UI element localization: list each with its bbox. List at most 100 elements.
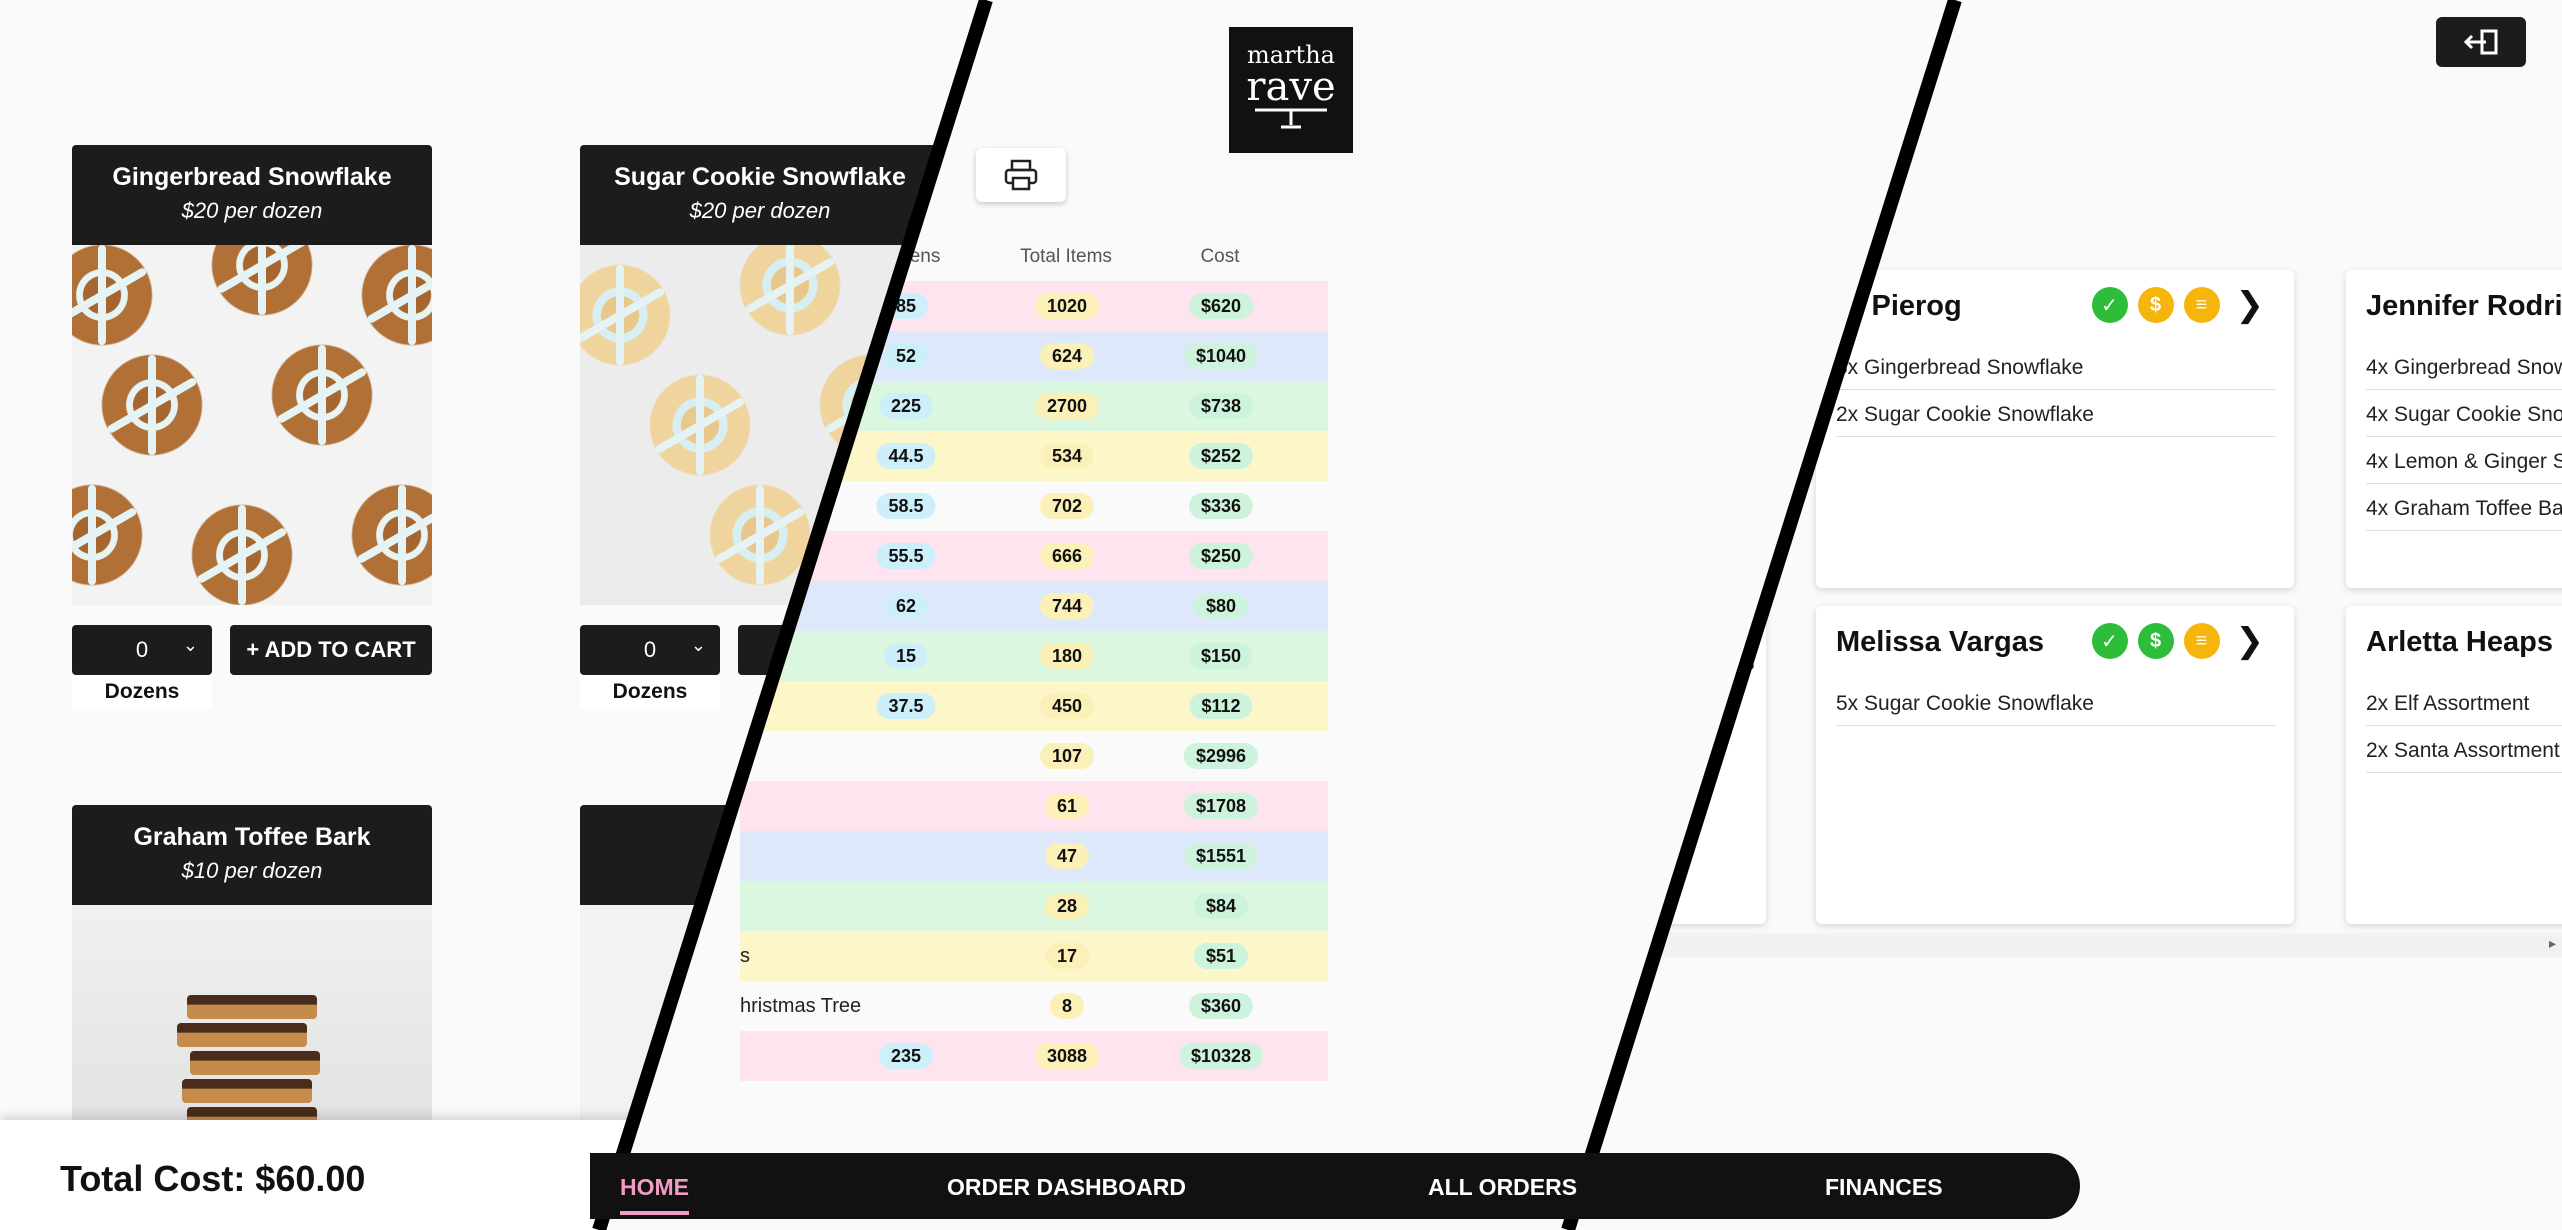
order-card[interactable]: ra Pierog ✓ $ ≡ ❯ 3x Gingerbread Snowflake 2x … xyxy=(1816,270,2294,588)
chevron-right-icon[interactable]: ❯ xyxy=(2236,285,2265,325)
dozens-value: 52 xyxy=(883,343,929,369)
total-cost: Total Cost: $60.00 xyxy=(60,1158,366,1199)
row-label: s xyxy=(740,945,750,967)
order-line-item: 4x Lemon & Ginger Sl xyxy=(2366,438,2562,484)
dozens-value: 44.5 xyxy=(876,443,936,469)
logo: martha rave xyxy=(1229,27,1353,153)
product-price: $20 per dozen xyxy=(181,198,323,223)
add-to-cart-button[interactable]: + ADD TO CART xyxy=(230,625,432,675)
order-line-item: 2x Sugar Cookie Snowflake xyxy=(1836,391,2276,437)
order-card[interactable]: Melissa Vargas ✓ $ ≡ ❯ 5x Sugar Cookie Snowfl… xyxy=(1816,606,2294,924)
cost-value: $112 xyxy=(1189,693,1253,719)
product-header: Gingerbread Snowflake $20 per dozen xyxy=(72,145,432,245)
order-line-item: 2x Elf Assortment xyxy=(2366,680,2562,726)
logout-button[interactable] xyxy=(2436,17,2526,67)
verified-check-icon: ✓ xyxy=(2091,287,2128,323)
product-image xyxy=(72,245,432,605)
table-row: 15 180 $150 xyxy=(740,631,1328,681)
total-items-value: 17 xyxy=(1044,943,1090,969)
dozens-value: 62 xyxy=(883,593,929,619)
product-price: $10 per dozen xyxy=(181,858,323,883)
cost-value: $360 xyxy=(1188,993,1254,1019)
total-items-value: 61 xyxy=(1044,793,1090,819)
customer-name: Melissa Vargas xyxy=(1836,626,2044,658)
order-line-item: 4x Graham Toffee Bar xyxy=(2366,485,2562,531)
receipt-icon: ≡ xyxy=(2183,287,2220,323)
dozens-value: 55.5 xyxy=(876,543,936,569)
cost-value: $10328 xyxy=(1178,1043,1264,1069)
dozens-value: 235 xyxy=(878,1043,934,1069)
nav-order-dashboard[interactable]: ORDER DASHBOARD xyxy=(947,1174,1186,1201)
verified-check-icon: ✓ xyxy=(2091,623,2128,659)
total-items-value: 624 xyxy=(1039,343,1095,369)
cost-value: $150 xyxy=(1188,643,1254,669)
table-row: 28 $84 xyxy=(740,881,1328,931)
order-status-icons: ✓ $ ≡ ❯ xyxy=(2091,285,2265,325)
row-label: hristmas Tree xyxy=(740,995,862,1017)
column-header: Cost xyxy=(1200,246,1240,267)
order-line-item: 3x Gingerbread Snowflake xyxy=(1836,344,2276,390)
quantity-value: 0 xyxy=(643,637,657,662)
cost-value: $1551 xyxy=(1183,843,1259,869)
total-items-value: 28 xyxy=(1044,893,1090,919)
order-line-item: 2x Santa Assortment xyxy=(2366,727,2562,773)
total-items-value: 8 xyxy=(1049,993,1085,1019)
cost-value: $252 xyxy=(1188,443,1254,469)
nav-home[interactable]: HOME xyxy=(620,1174,689,1215)
cost-value: $738 xyxy=(1188,393,1254,419)
nav-all-orders[interactable]: ALL ORDERS xyxy=(1428,1174,1577,1201)
bottom-nav: HOME ORDER DASHBOARD ALL ORDERS FINANCES xyxy=(590,1153,2080,1219)
customer-name: Arletta Heaps xyxy=(2366,626,2553,658)
order-line-item: 4x Sugar Cookie Snow xyxy=(2366,391,2562,437)
table-row: 47 $1551 xyxy=(740,831,1328,881)
quantity-select[interactable]: 0 ⌄ xyxy=(580,625,720,675)
table-row: 62 744 $80 xyxy=(740,581,1328,631)
paid-icon: $ xyxy=(2137,623,2174,659)
total-items-value: 3088 xyxy=(1034,1043,1100,1069)
quantity-unit-label: Dozens xyxy=(580,675,720,709)
table-row: 61 $1708 xyxy=(740,781,1328,831)
product-header: Sugar Cookie Snowflake $20 per dozen xyxy=(580,145,940,245)
nav-finances[interactable]: FINANCES xyxy=(1825,1174,1943,1201)
total-items-value: 107 xyxy=(1039,743,1095,769)
cost-value: $1708 xyxy=(1183,793,1259,819)
quantity-select[interactable]: 0 ⌄ xyxy=(72,625,212,675)
cost-value: $80 xyxy=(1193,593,1249,619)
product-price: $20 per dozen xyxy=(689,198,831,223)
chevron-down-icon: ⌄ xyxy=(182,635,198,655)
total-items-value: 2700 xyxy=(1034,393,1100,419)
total-items-value: 666 xyxy=(1039,543,1095,569)
scroll-right-icon[interactable]: ▸ xyxy=(2549,935,2556,952)
order-line-item: 5x Sugar Cookie Snowflake xyxy=(1836,680,2276,726)
order-line-item: 4x Gingerbread Snow xyxy=(2366,344,2562,390)
unpaid-icon: $ xyxy=(2137,287,2174,323)
printer-icon xyxy=(1004,159,1038,191)
order-card[interactable]: Arletta Heaps 2x Elf Assortment 2x Santa A… xyxy=(2346,606,2562,924)
app-screen: Gingerbread Snowflake $20 per dozen 0 ⌄ … xyxy=(0,0,2562,1230)
chevron-down-icon: ⌄ xyxy=(690,635,706,655)
chevron-right-icon[interactable]: ❯ xyxy=(2236,621,2265,661)
print-button[interactable] xyxy=(976,148,1066,202)
logo-bottom: rave xyxy=(1246,64,1336,110)
table-row: 55.5 666 $250 xyxy=(740,531,1328,581)
product-name: Gingerbread Snowflake xyxy=(112,163,392,191)
total-items-value: 534 xyxy=(1039,443,1095,469)
dozens-value: 15 xyxy=(883,643,929,669)
cake-stand-icon xyxy=(1255,108,1327,129)
cost-value: $250 xyxy=(1188,543,1254,569)
cost-value: $51 xyxy=(1193,943,1249,969)
cost-value: $1040 xyxy=(1183,343,1259,369)
table-row: 235 3088 $10328 xyxy=(740,1031,1328,1081)
quantity-unit-label: Dozens xyxy=(72,675,212,709)
product-header: Graham Toffee Bark $10 per dozen xyxy=(72,805,432,905)
order-card[interactable]: Jennifer Rodrig 4x Gingerbread Snow 4x Sug… xyxy=(2346,270,2562,588)
cost-value: $2996 xyxy=(1183,743,1259,769)
product-card: Gingerbread Snowflake $20 per dozen xyxy=(72,145,432,605)
total-items-value: 702 xyxy=(1039,493,1095,519)
horizontal-scrollbar[interactable]: ▸ xyxy=(1662,933,2562,957)
cost-value: $84 xyxy=(1193,893,1249,919)
table-row: s 17 $51 xyxy=(740,931,1328,981)
receipt-icon: ≡ xyxy=(2183,623,2220,659)
column-header: Total Items xyxy=(1020,246,1112,267)
cost-value: $336 xyxy=(1188,493,1254,519)
